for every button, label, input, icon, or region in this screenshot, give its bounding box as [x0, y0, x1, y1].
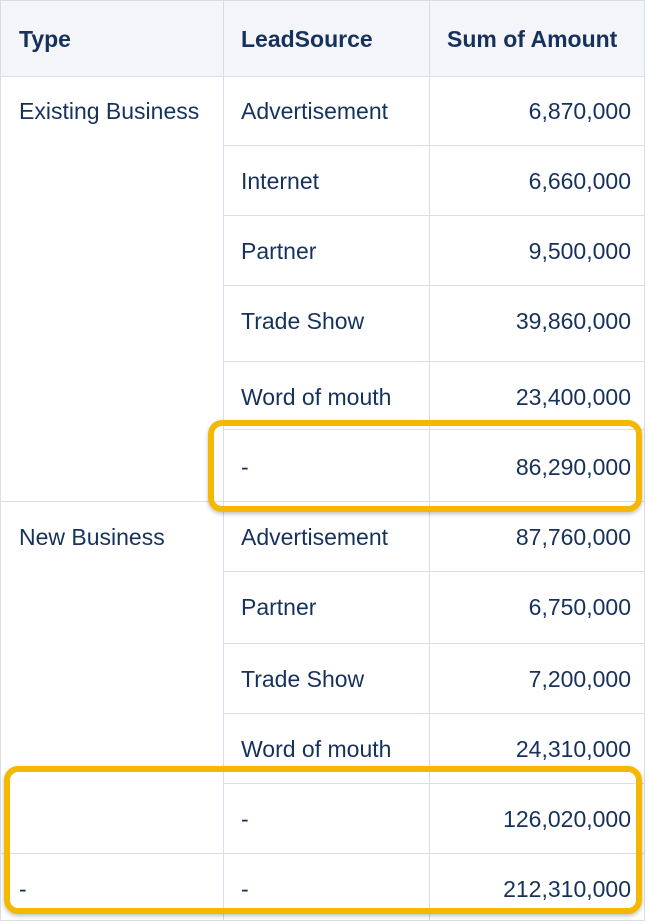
table-cell-lead-source: Partner	[241, 238, 317, 264]
row-divider	[223, 145, 644, 146]
table-cell-lead-source: Trade Show	[241, 666, 365, 692]
row-divider	[223, 361, 644, 362]
table-cell-lead-source: Internet	[241, 168, 319, 194]
subtotal-amount: 126,020,000	[503, 806, 631, 832]
group-type-label: Existing Business	[19, 98, 200, 124]
group-divider	[1, 853, 644, 854]
row-divider	[223, 429, 644, 430]
table-cell-amount: 24,310,000	[515, 736, 631, 762]
table-cell-amount: 87,760,000	[515, 524, 631, 550]
table-cell-amount: 7,200,000	[528, 666, 631, 692]
subtotal-lead-source: -	[241, 806, 249, 832]
subtotal-lead-source: -	[241, 454, 249, 480]
table-cell-lead-source: Advertisement	[241, 524, 389, 550]
group-divider	[1, 501, 644, 502]
row-divider	[223, 643, 644, 644]
table-cell-lead-source: Advertisement	[241, 98, 389, 124]
table-cell-lead-source: Trade Show	[241, 308, 365, 334]
table-cell-amount: 23,400,000	[515, 384, 631, 410]
row-divider	[223, 783, 644, 784]
grand-total-amount: 212,310,000	[503, 876, 631, 902]
row-divider	[223, 713, 644, 714]
subtotal-amount: 86,290,000	[515, 454, 631, 480]
table-cell-amount: 39,860,000	[515, 308, 631, 334]
grand-total-type: -	[19, 876, 27, 902]
row-divider	[223, 571, 644, 572]
table-header: Type LeadSource Sum of Amount	[1, 1, 644, 77]
table-cell-lead-source: Partner	[241, 594, 317, 620]
row-divider	[223, 215, 644, 216]
table-cell-amount: 9,500,000	[528, 238, 631, 264]
row-divider	[223, 285, 644, 286]
column-header-lead-source[interactable]: LeadSource	[241, 1, 373, 76]
column-header-amount[interactable]: Sum of Amount	[447, 1, 617, 76]
table-cell-amount: 6,870,000	[528, 98, 631, 124]
table-cell-lead-source: Word of mouth	[241, 736, 392, 762]
column-header-type[interactable]: Type	[19, 1, 71, 76]
grand-total-lead-source: -	[241, 876, 249, 902]
report-table: Type LeadSource Sum of Amount Existing B…	[0, 0, 645, 921]
table-cell-amount: 6,750,000	[528, 594, 631, 620]
table-cell-amount: 6,660,000	[528, 168, 631, 194]
table-cell-lead-source: Word of mouth	[241, 384, 392, 410]
group-type-label: New Business	[19, 524, 165, 550]
